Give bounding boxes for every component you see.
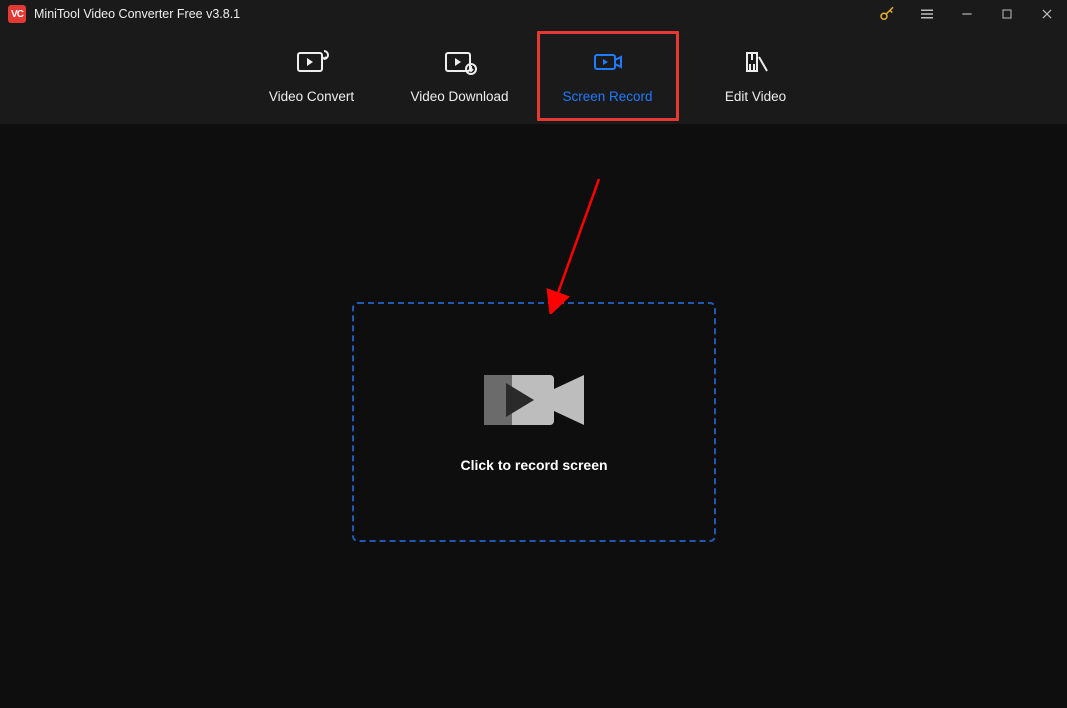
tab-label: Video Download: [410, 89, 508, 104]
titlebar: VC MiniTool Video Converter Free v3.8.1: [0, 0, 1067, 28]
tab-label: Screen Record: [562, 89, 652, 104]
workarea: Click to record screen: [0, 124, 1067, 708]
tab-video-convert[interactable]: Video Convert: [238, 28, 386, 124]
record-drop-zone[interactable]: Click to record screen: [352, 302, 716, 542]
edit-icon: [739, 49, 773, 75]
tab-video-download[interactable]: Video Download: [386, 28, 534, 124]
close-button[interactable]: [1027, 0, 1067, 28]
drop-text: Click to record screen: [460, 457, 607, 473]
tab-label: Edit Video: [725, 89, 786, 104]
app-logo: VC: [8, 5, 26, 23]
annotation-arrow: [544, 174, 614, 314]
tab-edit-video[interactable]: Edit Video: [682, 28, 830, 124]
record-icon: [591, 49, 625, 75]
camera-icon: [484, 371, 584, 429]
convert-icon: [295, 49, 329, 75]
menu-button[interactable]: [907, 0, 947, 28]
minimize-button[interactable]: [947, 0, 987, 28]
window-controls: [867, 0, 1067, 28]
tab-screen-record[interactable]: Screen Record: [534, 28, 682, 124]
maximize-button[interactable]: [987, 0, 1027, 28]
download-icon: [443, 49, 477, 75]
tab-label: Video Convert: [269, 89, 354, 104]
unlock-key-button[interactable]: [867, 0, 907, 28]
tabbar: Video Convert Video Download Screen Reco…: [0, 28, 1067, 124]
app-title: MiniTool Video Converter Free v3.8.1: [34, 7, 240, 21]
